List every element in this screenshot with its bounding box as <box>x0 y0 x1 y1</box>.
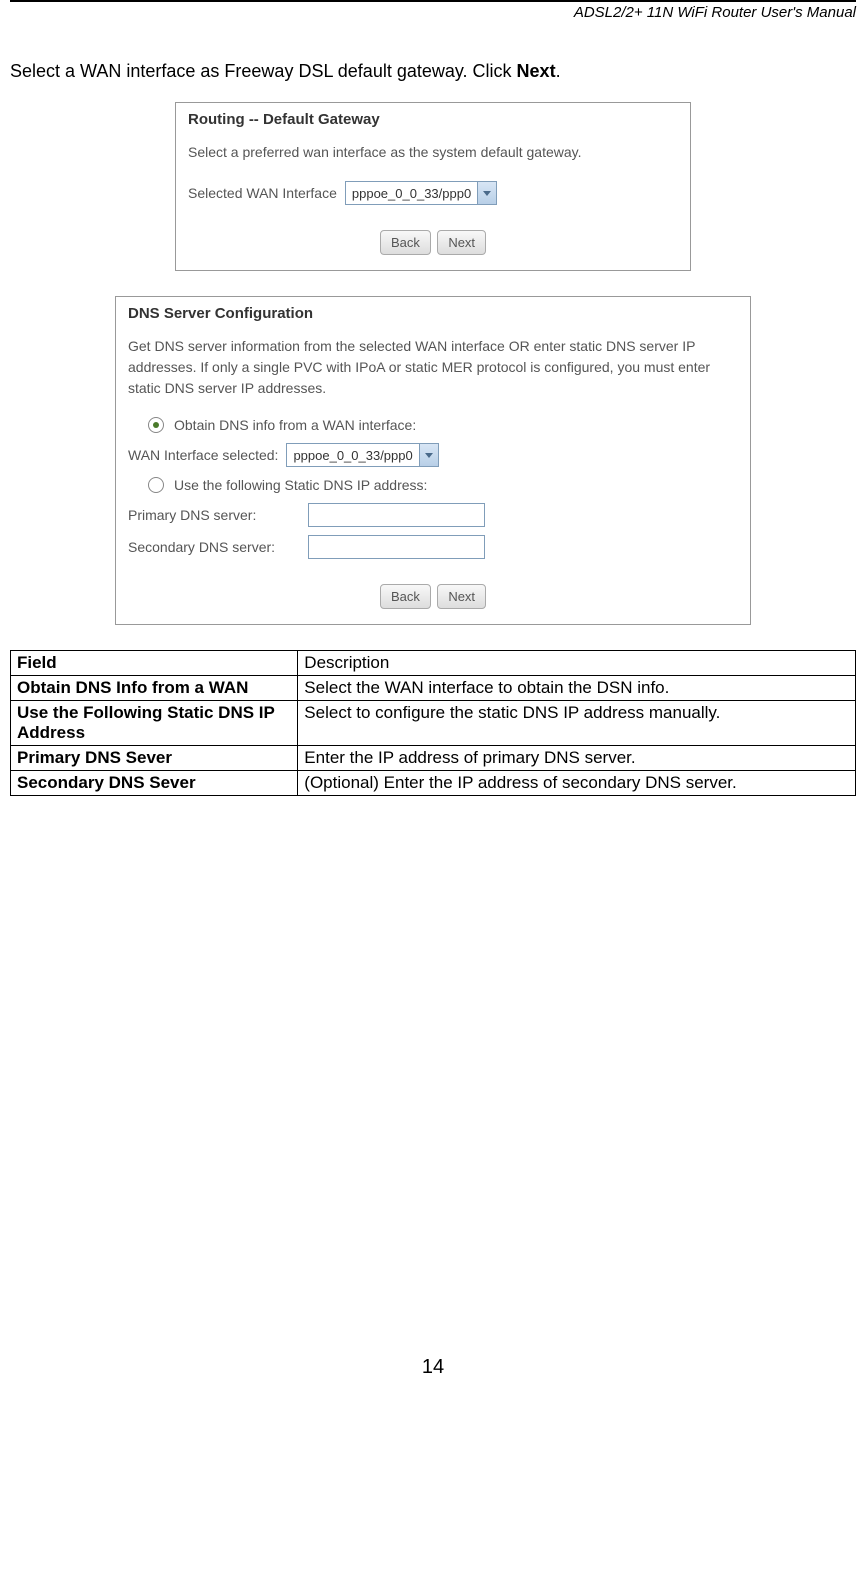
table-row: Secondary DNS Sever (Optional) Enter the… <box>11 771 856 796</box>
next-button[interactable]: Next <box>437 584 486 609</box>
table-header-row: Field Description <box>11 651 856 676</box>
table-row: Obtain DNS Info from a WAN Select the WA… <box>11 676 856 701</box>
screenshot-dns-config: DNS Server Configuration Get DNS server … <box>115 296 751 625</box>
wan-interface-select[interactable]: pppoe_0_0_33/ppp0 <box>345 181 497 205</box>
secondary-dns-input[interactable] <box>308 535 485 559</box>
next-button[interactable]: Next <box>437 230 486 255</box>
page-number: 14 <box>10 1356 856 1399</box>
table-row: Primary DNS Sever Enter the IP address o… <box>11 746 856 771</box>
dns-title: DNS Server Configuration <box>128 305 738 322</box>
chevron-down-icon <box>419 444 438 466</box>
document-header: ADSL2/2+ 11N WiFi Router User's Manual <box>10 4 856 21</box>
dns-description: Get DNS server information from the sele… <box>128 336 738 399</box>
header-description: Description <box>298 651 856 676</box>
instruction-text: Select a WAN interface as Freeway DSL de… <box>10 61 856 82</box>
back-button[interactable]: Back <box>380 230 431 255</box>
radio-static-dns-label: Use the following Static DNS IP address: <box>174 477 427 493</box>
wan-selected-dropdown[interactable]: pppoe_0_0_33/ppp0 <box>286 443 438 467</box>
chevron-down-icon <box>477 182 496 204</box>
radio-static-dns[interactable] <box>148 477 164 493</box>
routing-description: Select a preferred wan interface as the … <box>188 142 678 163</box>
secondary-dns-label: Secondary DNS server: <box>128 539 308 555</box>
table-row: Use the Following Static DNS IP Address … <box>11 701 856 746</box>
header-field: Field <box>11 651 298 676</box>
radio-obtain-dns-label: Obtain DNS info from a WAN interface: <box>174 417 416 433</box>
primary-dns-input[interactable] <box>308 503 485 527</box>
wan-selected-label: WAN Interface selected: <box>128 447 278 463</box>
wan-interface-label: Selected WAN Interface <box>188 185 337 201</box>
primary-dns-label: Primary DNS server: <box>128 507 308 523</box>
routing-title: Routing -- Default Gateway <box>188 111 678 128</box>
back-button[interactable]: Back <box>380 584 431 609</box>
radio-obtain-dns[interactable] <box>148 417 164 433</box>
field-description-table: Field Description Obtain DNS Info from a… <box>10 650 856 796</box>
screenshot-routing-gateway: Routing -- Default Gateway Select a pref… <box>175 102 691 271</box>
